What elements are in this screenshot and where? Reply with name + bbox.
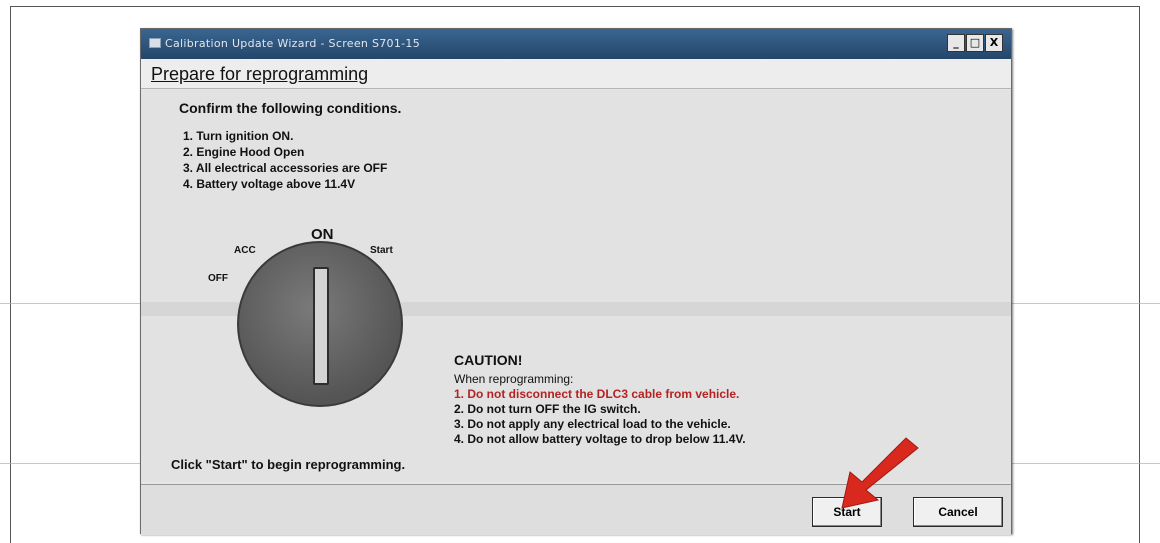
caution-box: CAUTION! When reprogramming: 1. Do not d… [454, 352, 746, 447]
ignition-acc-label: ACC [234, 245, 256, 256]
minimize-button[interactable]: _ [947, 34, 965, 52]
caution-item: 2. Do not turn OFF the IG switch. [454, 402, 641, 416]
conditions-list: 1. Turn ignition ON. 2. Engine Hood Open… [183, 128, 387, 192]
content-area: Confirm the following conditions. 1. Tur… [141, 90, 1011, 482]
window-title: Calibration Update Wizard - Screen S701-… [165, 37, 421, 50]
window-controls: _ □ X [947, 34, 1003, 52]
caution-intro: When reprogramming: [454, 372, 574, 386]
condition-item: 4. Battery voltage above 11.4V [183, 177, 356, 191]
close-button[interactable]: X [985, 34, 1003, 52]
wizard-window: Calibration Update Wizard - Screen S701-… [140, 28, 1012, 535]
ignition-key-icon [237, 241, 403, 407]
maximize-button[interactable]: □ [966, 34, 984, 52]
caution-item: 4. Do not allow battery voltage to drop … [454, 432, 746, 446]
caution-title: CAUTION! [454, 352, 523, 368]
conditions-heading: Confirm the following conditions. [179, 100, 402, 116]
ignition-start-label: Start [370, 245, 393, 256]
cancel-button[interactable]: Cancel [913, 497, 1003, 527]
key-slot [313, 267, 329, 385]
condition-item: 3. All electrical accessories are OFF [183, 161, 388, 175]
page-title: Prepare for reprogramming [151, 64, 369, 84]
caution-item: 3. Do not apply any electrical load to t… [454, 417, 731, 431]
ignition-off-label: OFF [208, 273, 228, 284]
condition-item: 2. Engine Hood Open [183, 145, 305, 159]
start-button[interactable]: Start [812, 497, 882, 527]
header-bar: Prepare for reprogramming [141, 59, 1011, 89]
condition-item: 1. Turn ignition ON. [183, 129, 294, 143]
app-icon [149, 38, 161, 48]
start-instruction: Click "Start" to begin reprogramming. [171, 457, 406, 472]
caution-item: 1. Do not disconnect the DLC3 cable from… [454, 387, 740, 401]
title-bar[interactable]: Calibration Update Wizard - Screen S701-… [141, 29, 1011, 59]
